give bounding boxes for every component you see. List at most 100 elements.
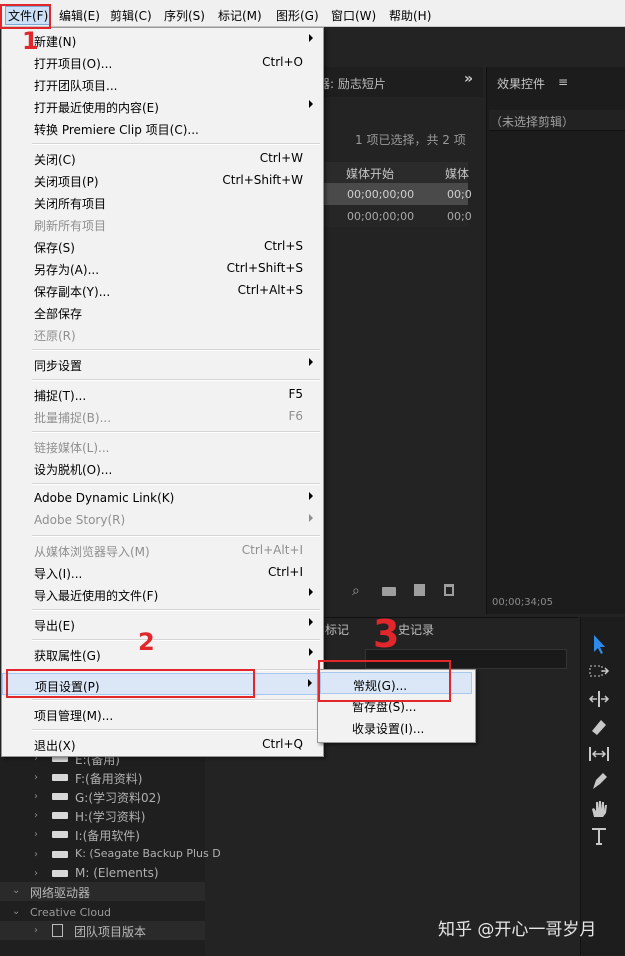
menu-item-project-manager[interactable]: 项目管理(M)... bbox=[2, 703, 323, 725]
tab-markers[interactable]: 标记 bbox=[325, 621, 349, 638]
drive-icon bbox=[52, 870, 68, 877]
chevron-right-icon[interactable]: › bbox=[34, 810, 38, 821]
razor-icon[interactable] bbox=[586, 715, 612, 739]
col-media-start[interactable]: 媒体开始 bbox=[346, 165, 394, 182]
col-media-cut[interactable]: 媒体 bbox=[445, 165, 469, 182]
team-project-icon bbox=[52, 924, 63, 937]
type-icon[interactable] bbox=[586, 824, 612, 848]
menu-item-label: 从媒体浏览器导入(M) bbox=[34, 545, 150, 559]
menu-item-label: 转换 Premiere Clip 项目(C)... bbox=[34, 123, 199, 137]
chevron-right-icon[interactable]: › bbox=[34, 925, 38, 936]
tree-row[interactable]: › G:(学习资料02) bbox=[0, 787, 205, 806]
menu-item-exit[interactable]: 退出(X) Ctrl+Q bbox=[2, 733, 323, 755]
search-icon[interactable]: ⌕ bbox=[352, 583, 360, 599]
chevron-down-icon[interactable]: ⌄ bbox=[12, 906, 20, 917]
menu-item-save-copy[interactable]: 保存副本(Y)... Ctrl+Alt+S bbox=[2, 279, 323, 301]
menu-item-save-all[interactable]: 全部保存 bbox=[2, 301, 323, 323]
menu-item-new[interactable]: 新建(N) bbox=[2, 29, 323, 51]
tree-row[interactable]: › I:(备用软件) bbox=[0, 825, 205, 844]
menu-item-export[interactable]: 导出(E) bbox=[2, 613, 323, 635]
tree-row[interactable]: › 团队项目版本 bbox=[0, 921, 205, 940]
effects-panel-title[interactable]: 效果控件 bbox=[497, 75, 545, 92]
menu-graphics[interactable]: 图形(G) bbox=[276, 7, 319, 24]
track-select-icon[interactable] bbox=[586, 660, 612, 684]
menu-item-close-all-projects[interactable]: 关闭所有项目 bbox=[2, 191, 323, 213]
drive-label: F:(备用资料) bbox=[75, 772, 143, 786]
menu-item-open-recent[interactable]: 打开最近使用的内容(E) bbox=[2, 95, 323, 117]
trash-icon[interactable] bbox=[444, 584, 454, 596]
menu-item-close-project[interactable]: 关闭项目(P) Ctrl+Shift+W bbox=[2, 169, 323, 191]
menu-help[interactable]: 帮助(H) bbox=[389, 7, 431, 24]
table-row[interactable]: 00;00;00;00 00;0 bbox=[322, 183, 472, 205]
menu-item-label: 同步设置 bbox=[34, 359, 83, 373]
file-menu: 新建(N) 打开项目(O)... Ctrl+O 打开团队项目... 打开最近使用的… bbox=[1, 27, 324, 757]
slip-icon[interactable] bbox=[586, 742, 612, 766]
menu-item-sync-settings[interactable]: 同步设置 bbox=[2, 353, 323, 375]
project-panel-tab[interactable]: 器: 励志短片 bbox=[318, 75, 386, 92]
menu-sequence[interactable]: 序列(S) bbox=[164, 7, 205, 24]
chevron-down-icon[interactable]: ⌄ bbox=[12, 885, 20, 896]
menu-item-save[interactable]: 保存(S) Ctrl+S bbox=[2, 235, 323, 257]
menu-item-close[interactable]: 关闭(C) Ctrl+W bbox=[2, 147, 323, 169]
ripple-edit-icon[interactable] bbox=[586, 687, 612, 711]
submenu-arrow-icon bbox=[309, 492, 313, 500]
chevron-right-icon[interactable]: › bbox=[34, 791, 38, 802]
menu-edit[interactable]: 编辑(E) bbox=[59, 7, 100, 24]
menu-item-ingest-settings[interactable]: 收录设置(I)... bbox=[320, 716, 472, 738]
menu-clip[interactable]: 剪辑(C) bbox=[110, 7, 152, 24]
annotation-box-file bbox=[0, 4, 51, 29]
chevron-right-icon[interactable]: › bbox=[34, 829, 38, 840]
menu-window[interactable]: 窗口(W) bbox=[331, 7, 376, 24]
pen-icon[interactable] bbox=[586, 769, 612, 793]
menu-item-open-team-project[interactable]: 打开团队项目... bbox=[2, 73, 323, 95]
panel-overflow-icon[interactable]: » bbox=[464, 71, 473, 87]
tree-row[interactable]: ⌄ Creative Cloud bbox=[0, 903, 205, 922]
menu-item-shortcut: Ctrl+Alt+S bbox=[237, 283, 303, 297]
menu-item-label: 关闭(C) bbox=[34, 153, 76, 167]
menu-item-get-properties[interactable]: 获取属性(G) bbox=[2, 643, 323, 665]
chevron-right-icon[interactable]: › bbox=[34, 868, 38, 879]
drive-label: H:(学习资料) bbox=[75, 810, 146, 824]
menu-item-convert-clip[interactable]: 转换 Premiere Clip 项目(C)... bbox=[2, 117, 323, 139]
chevron-right-icon[interactable]: › bbox=[34, 849, 38, 860]
menu-item-save-as[interactable]: 另存为(A)... Ctrl+Shift+S bbox=[2, 257, 323, 279]
menu-item-shortcut: Ctrl+Shift+W bbox=[222, 173, 303, 187]
drive-label: M: (Elements) bbox=[75, 866, 159, 880]
new-item-icon[interactable] bbox=[414, 584, 425, 596]
tree-row[interactable]: › F:(备用资料) bbox=[0, 768, 205, 787]
menu-item-label: 批量捕捉(B)... bbox=[34, 411, 112, 425]
menu-item-capture[interactable]: 捕捉(T)... F5 bbox=[2, 383, 323, 405]
tree-row[interactable]: › H:(学习资料) bbox=[0, 806, 205, 825]
menu-item-import-recent[interactable]: 导入最近使用的文件(F) bbox=[2, 583, 323, 605]
submenu-arrow-icon bbox=[309, 34, 313, 42]
tab-history[interactable]: 史记录 bbox=[398, 621, 434, 638]
submenu-arrow-icon bbox=[309, 514, 313, 522]
menu-markers[interactable]: 标记(M) bbox=[218, 7, 262, 24]
team-versions-label: 团队项目版本 bbox=[74, 925, 147, 939]
chevron-right-icon[interactable]: › bbox=[34, 772, 38, 783]
tree-row[interactable]: › K: (Seagate Backup Plus D bbox=[0, 845, 221, 864]
menubar: 文件(F) 编辑(E) 剪辑(C) 序列(S) 标记(M) 图形(G) 窗口(W… bbox=[0, 0, 625, 27]
menu-item-open-project[interactable]: 打开项目(O)... Ctrl+O bbox=[2, 51, 323, 73]
selection-tool-icon[interactable] bbox=[586, 632, 612, 656]
menu-item-make-offline[interactable]: 设为脱机(O)... bbox=[2, 457, 323, 479]
hand-icon[interactable] bbox=[586, 797, 612, 821]
menu-item-dynamic-link[interactable]: Adobe Dynamic Link(K) bbox=[2, 487, 323, 509]
menu-item-shortcut: Ctrl+Q bbox=[262, 737, 303, 751]
menu-item-import[interactable]: 导入(I)... Ctrl+I bbox=[2, 561, 323, 583]
table-row[interactable]: 00;00;00;00 00;0 bbox=[322, 205, 472, 227]
annotation-step-3: 3 bbox=[373, 612, 400, 656]
tree-row[interactable]: ⌄ 网络驱动器 bbox=[0, 882, 205, 901]
menu-separator bbox=[32, 699, 320, 701]
annotation-step-1: 1 bbox=[22, 27, 39, 55]
menu-item-label: 保存副本(Y)... bbox=[34, 285, 111, 299]
menu-item-label: 获取属性(G) bbox=[34, 649, 101, 663]
tree-row[interactable]: › M: (Elements) bbox=[0, 864, 205, 883]
menu-item-revert: 还原(R) bbox=[2, 323, 323, 345]
new-bin-icon[interactable] bbox=[382, 587, 396, 596]
drive-label: G:(学习资料02) bbox=[75, 791, 161, 805]
menu-item-label: 关闭所有项目 bbox=[34, 197, 107, 211]
submenu-arrow-icon bbox=[309, 100, 313, 108]
menu-separator bbox=[32, 431, 320, 433]
panel-menu-icon[interactable]: ≡ bbox=[558, 75, 568, 89]
